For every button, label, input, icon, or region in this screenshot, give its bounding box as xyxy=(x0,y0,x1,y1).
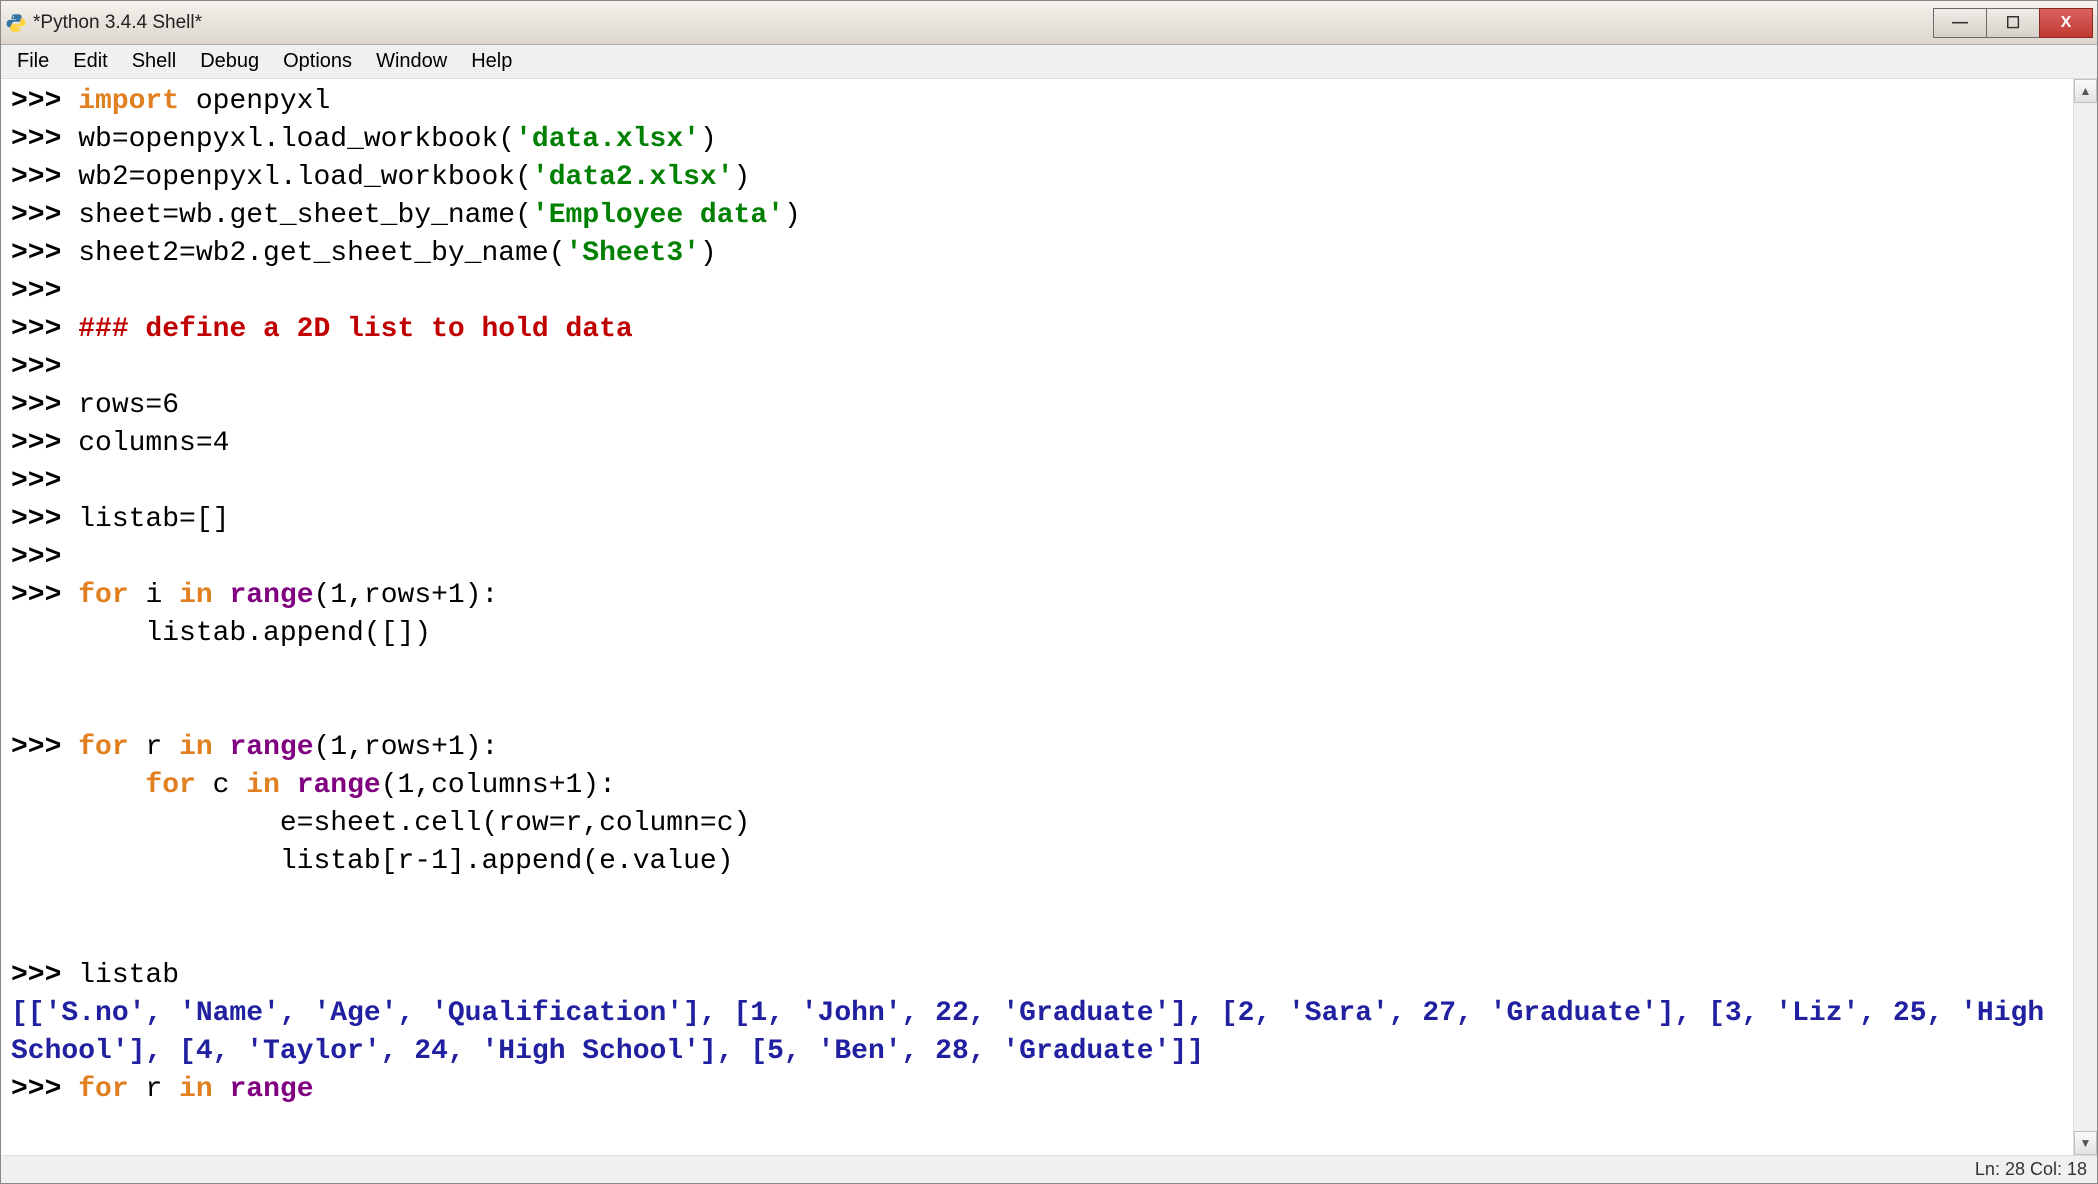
keyword-for: for xyxy=(145,770,195,801)
prompt: >>> xyxy=(11,580,78,611)
code-text: (1,rows+1): xyxy=(314,732,499,763)
prompt: >>> xyxy=(11,390,78,421)
scroll-down-icon[interactable]: ▼ xyxy=(2074,1131,2097,1155)
builtin-range: range xyxy=(229,1074,313,1105)
menu-help[interactable]: Help xyxy=(459,46,524,77)
prompt: >>> xyxy=(11,352,78,383)
menu-file[interactable]: File xyxy=(5,46,61,77)
code-text: r xyxy=(129,732,179,763)
window-controls: — ☐ X xyxy=(1934,8,2093,38)
prompt: >>> xyxy=(11,276,78,307)
keyword-in: in xyxy=(179,580,213,611)
code-text: listab xyxy=(78,960,179,991)
indent xyxy=(11,770,145,801)
prompt: >>> xyxy=(11,200,78,231)
prompt: >>> xyxy=(11,428,78,459)
indent xyxy=(11,846,280,877)
close-button[interactable]: X xyxy=(2039,8,2093,38)
string-literal: 'Employee data' xyxy=(532,200,784,231)
keyword-for: for xyxy=(78,732,128,763)
comment: ### define a 2D list to hold data xyxy=(78,314,633,345)
builtin-range: range xyxy=(229,732,313,763)
keyword-for: for xyxy=(78,580,128,611)
prompt: >>> xyxy=(11,466,78,497)
code-text: columns=4 xyxy=(78,428,229,459)
statusbar: Ln: 28 Col: 18 xyxy=(1,1155,2097,1183)
prompt: >>> xyxy=(11,314,78,345)
menu-window[interactable]: Window xyxy=(364,46,459,77)
cursor-position: Ln: 28 Col: 18 xyxy=(1975,1159,2087,1180)
menu-debug[interactable]: Debug xyxy=(188,46,271,77)
keyword-in: in xyxy=(246,770,280,801)
code-text: listab[r-1].append(e.value) xyxy=(280,846,734,877)
code-text: ) xyxy=(700,238,717,269)
prompt: >>> xyxy=(11,86,78,117)
menu-options[interactable]: Options xyxy=(271,46,364,77)
code-text: wb=openpyxl.load_workbook( xyxy=(78,124,515,155)
code-text: (1,rows+1): xyxy=(314,580,499,611)
code-text: sheet2=wb2.get_sheet_by_name( xyxy=(78,238,565,269)
prompt: >>> xyxy=(11,124,78,155)
code-text: ) xyxy=(700,124,717,155)
string-literal: 'Sheet3' xyxy=(566,238,700,269)
code-text: rows=6 xyxy=(78,390,179,421)
code-text: listab.append([]) xyxy=(145,618,431,649)
keyword-in: in xyxy=(179,1074,213,1105)
indent xyxy=(11,618,145,649)
code-text: openpyxl xyxy=(179,86,330,117)
builtin-range: range xyxy=(229,580,313,611)
code-text: listab=[] xyxy=(78,504,229,535)
prompt: >>> xyxy=(11,238,78,269)
code-text: c xyxy=(196,770,246,801)
app-window: *Python 3.4.4 Shell* — ☐ X File Edit She… xyxy=(0,0,2098,1184)
python-icon xyxy=(5,12,27,34)
code-text: r xyxy=(129,1074,179,1105)
scroll-track[interactable] xyxy=(2074,103,2097,1131)
indent xyxy=(11,808,280,839)
code-text: (1,columns+1): xyxy=(381,770,616,801)
builtin-range: range xyxy=(297,770,381,801)
scroll-up-icon[interactable]: ▲ xyxy=(2074,79,2097,103)
keyword-in: in xyxy=(179,732,213,763)
prompt: >>> xyxy=(11,504,78,535)
shell-output[interactable]: >>> import openpyxl >>> wb=openpyxl.load… xyxy=(1,79,2073,1155)
code-text: e=sheet.cell(row=r,column=c) xyxy=(280,808,750,839)
menu-edit[interactable]: Edit xyxy=(61,46,119,77)
titlebar: *Python 3.4.4 Shell* — ☐ X xyxy=(1,1,2097,45)
content-area: >>> import openpyxl >>> wb=openpyxl.load… xyxy=(1,79,2097,1155)
menu-shell[interactable]: Shell xyxy=(120,46,188,77)
code-text: wb2=openpyxl.load_workbook( xyxy=(78,162,532,193)
prompt: >>> xyxy=(11,732,78,763)
output-text: [['S.no', 'Name', 'Age', 'Qualification'… xyxy=(11,998,2061,1067)
prompt: >>> xyxy=(11,960,78,991)
vertical-scrollbar[interactable]: ▲ ▼ xyxy=(2073,79,2097,1155)
minimize-button[interactable]: — xyxy=(1933,8,1987,38)
string-literal: 'data2.xlsx' xyxy=(532,162,734,193)
prompt: >>> xyxy=(11,162,78,193)
window-title: *Python 3.4.4 Shell* xyxy=(33,12,1934,34)
code-text: ) xyxy=(734,162,751,193)
code-text: i xyxy=(129,580,179,611)
menubar: File Edit Shell Debug Options Window Hel… xyxy=(1,45,2097,79)
prompt: >>> xyxy=(11,542,78,573)
keyword-import: import xyxy=(78,86,179,117)
keyword-for: for xyxy=(78,1074,128,1105)
code-text: ) xyxy=(784,200,801,231)
maximize-button[interactable]: ☐ xyxy=(1986,8,2040,38)
prompt: >>> xyxy=(11,1074,78,1105)
code-text: sheet=wb.get_sheet_by_name( xyxy=(78,200,532,231)
string-literal: 'data.xlsx' xyxy=(515,124,700,155)
